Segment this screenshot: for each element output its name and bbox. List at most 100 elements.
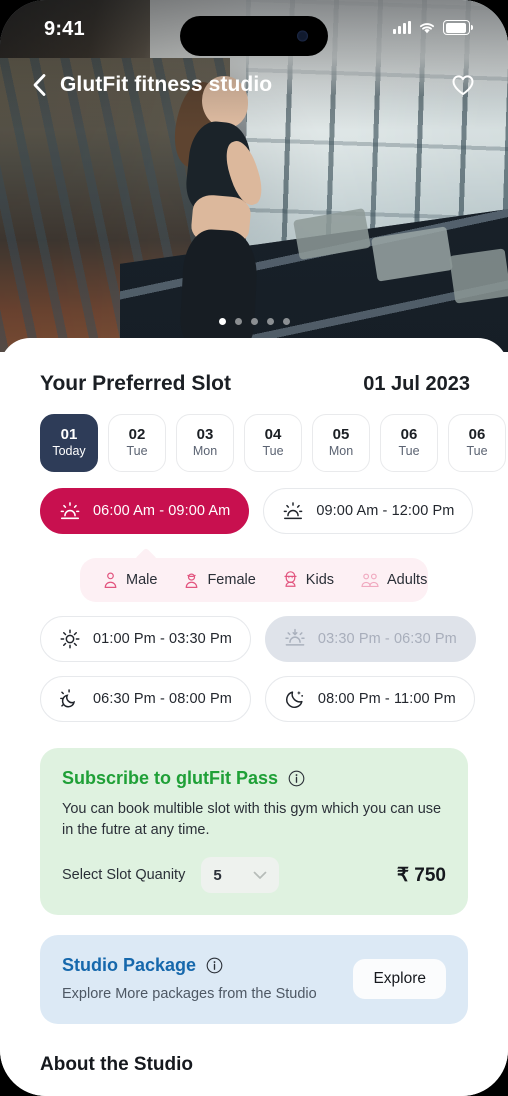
time-slot-night[interactable]: 08:00 Pm - 11:00 Pm (264, 676, 475, 722)
time-slot-afternoon[interactable]: 01:00 Pm - 03:30 Pm (40, 616, 251, 662)
carousel-dot[interactable] (234, 318, 242, 325)
audience-label: Female (207, 572, 256, 588)
audience-adults[interactable]: Adults (360, 571, 427, 589)
time-slot-label: 01:00 Pm - 03:30 Pm (93, 631, 232, 647)
sunrise-icon (59, 500, 81, 522)
audience-kids[interactable]: Kids (282, 571, 334, 589)
time-slot-label: 06:00 Am - 09:00 Am (93, 503, 231, 519)
kids-icon (284, 571, 297, 587)
front-camera-icon (297, 30, 308, 42)
date-chip-day: 06 (400, 426, 418, 444)
date-chip-dow: Tue (126, 444, 148, 459)
date-chip-dow: Tue (466, 444, 488, 459)
audience-female[interactable]: Female (183, 571, 256, 589)
date-chip-day: 04 (264, 426, 282, 444)
date-chip-day: 05 (332, 426, 350, 444)
about-studio-title: About the Studio (40, 1054, 194, 1076)
pass-price: ₹ 750 (396, 864, 446, 886)
audience-strip: Male Female Kids Adults (80, 558, 428, 602)
time-slot-row: 06:00 Am - 09:00 Am 09:00 Am - 12:00 Pm (40, 488, 474, 534)
quantity-value: 5 (213, 866, 222, 884)
back-button[interactable] (22, 68, 56, 102)
date-chip-dow: Mon (328, 444, 354, 459)
phone-frame: 9:41 GlutFit fitness studio Your Preferr… (0, 0, 508, 1096)
quantity-label: Select Slot Quanity (62, 867, 186, 884)
male-icon (104, 572, 117, 588)
info-icon[interactable] (288, 770, 305, 787)
section-title: Your Preferred Slot (40, 372, 231, 395)
date-selector[interactable]: 01 Today 02 Tue 03 Mon 04 Tue 05 Mon 06 … (0, 396, 508, 472)
audience-label: Kids (305, 572, 335, 588)
date-chip-day: 06 (468, 426, 486, 444)
moon-sun-icon (59, 688, 81, 710)
date-chip-05[interactable]: 05 Mon (312, 414, 370, 472)
page-title: GlutFit fitness studio (60, 73, 273, 96)
slot-quantity-dropdown[interactable]: 5 (201, 857, 280, 894)
treadmill-screen (448, 248, 508, 304)
status-bar: 9:41 (0, 0, 508, 58)
date-chip-06[interactable]: 06 Tue (380, 414, 438, 472)
audience-label: Adults (387, 572, 428, 588)
preferred-slot-header: Your Preferred Slot 01 Jul 2023 (0, 338, 508, 396)
moon-stars-icon (284, 688, 306, 710)
carousel-dot[interactable] (282, 318, 290, 325)
time-slot-label: 06:30 Pm - 08:00 Pm (93, 691, 232, 707)
status-time: 9:41 (44, 18, 85, 40)
heart-icon (452, 75, 474, 95)
adults-icon (361, 573, 379, 588)
date-chip-02[interactable]: 02 Tue (108, 414, 166, 472)
time-slot-list: 06:00 Am - 09:00 Am 09:00 Am - 12:00 Pm (0, 472, 508, 722)
carousel-dot[interactable] (250, 318, 258, 325)
battery-icon (443, 20, 473, 35)
date-chip-dow: Today (52, 444, 86, 459)
carousel-dots[interactable] (0, 318, 508, 325)
sunrise-icon (282, 500, 304, 522)
content-sheet: Your Preferred Slot 01 Jul 2023 01 Today… (0, 338, 508, 1096)
date-chip-day: 02 (128, 426, 146, 444)
audience-label: Male (126, 572, 158, 588)
studio-package-card: Studio Package Explore More packages fro… (40, 935, 468, 1025)
date-chip-day: 03 (196, 426, 214, 444)
sunset-icon (284, 628, 306, 650)
time-slot-row: 06:30 Pm - 08:00 Pm 08:00 Pm - 11:00 Pm (40, 676, 475, 722)
audience-strip-wrapper: Male Female Kids Adults (80, 547, 428, 602)
wifi-icon (419, 23, 435, 34)
time-slot-morning-early[interactable]: 06:00 Am - 09:00 Am (40, 488, 250, 534)
pass-card-header: Subscribe to glutFit Pass (62, 768, 446, 789)
time-slot-label: 08:00 Pm - 11:00 Pm (317, 691, 456, 707)
explore-button[interactable]: Explore (353, 959, 446, 1000)
pass-card-title: Subscribe to glutFit Pass (62, 768, 279, 788)
info-icon[interactable] (206, 957, 223, 974)
date-chip-day: 01 (60, 426, 78, 444)
carousel-dot[interactable] (266, 318, 274, 325)
date-chip-dow: Mon (192, 444, 218, 459)
date-chip-01[interactable]: 01 Today (40, 414, 98, 472)
status-icons (393, 20, 473, 35)
sun-icon (59, 628, 81, 650)
time-slot-row: 01:00 Pm - 03:30 Pm 03:30 Pm - 06:30 Pm (40, 616, 476, 662)
time-slot-morning-late[interactable]: 09:00 Am - 12:00 Pm (263, 488, 474, 534)
pass-card-quantity-row: Select Slot Quanity 5 ₹ 750 (62, 857, 446, 894)
nav-bar: GlutFit fitness studio (0, 60, 508, 110)
signal-bars-icon (393, 21, 411, 34)
date-chip-dow: Tue (398, 444, 420, 459)
time-slot-label: 09:00 Am - 12:00 Pm (316, 503, 455, 519)
dynamic-island (180, 16, 328, 56)
date-chip-04[interactable]: 04 Tue (244, 414, 302, 472)
chevron-left-icon (33, 74, 45, 96)
glutfit-pass-card: Subscribe to glutFit Pass You can book m… (40, 748, 468, 916)
audience-male[interactable]: Male (102, 571, 157, 589)
date-chip-03[interactable]: 03 Mon (176, 414, 234, 472)
chevron-down-icon (253, 871, 267, 879)
favorite-button[interactable] (446, 68, 480, 102)
date-chip-07[interactable]: 06 Tue (448, 414, 506, 472)
time-slot-evening-disabled[interactable]: 03:30 Pm - 06:30 Pm (264, 616, 476, 662)
pass-card-description: You can book multible slot with this gym… (62, 801, 442, 839)
time-slot-label: 03:30 Pm - 06:30 Pm (317, 631, 457, 647)
date-chip-dow: Tue (262, 444, 284, 459)
female-icon (186, 573, 198, 588)
selected-date-label: 01 Jul 2023 (363, 373, 470, 395)
carousel-dot-active[interactable] (218, 318, 226, 325)
time-slot-evening[interactable]: 06:30 Pm - 08:00 Pm (40, 676, 251, 722)
package-card-title: Studio Package (62, 955, 197, 976)
